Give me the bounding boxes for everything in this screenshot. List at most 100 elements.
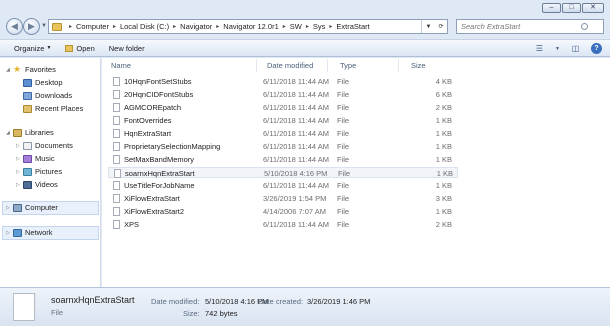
pictures-icon — [23, 167, 32, 176]
maximize-button[interactable]: □ — [562, 3, 581, 13]
view-options-dropdown-icon[interactable]: ▼ — [555, 44, 560, 54]
chevron-right-icon[interactable]: ▸ — [329, 23, 332, 30]
open-button[interactable]: Open — [65, 44, 95, 53]
organize-label: Organize — [14, 43, 45, 53]
breadcrumb-navigator[interactable]: Navigator — [180, 22, 212, 31]
organize-button[interactable]: Organize ▼ — [14, 44, 51, 53]
recent-pages-dropdown-icon[interactable]: ▼ — [41, 23, 47, 29]
nav-recent-places[interactable]: Recent Places — [23, 104, 83, 113]
nav-downloads[interactable]: Downloads — [23, 91, 72, 100]
file-icon — [113, 207, 120, 216]
column-header-size[interactable]: Size — [399, 59, 459, 72]
expand-arrow-icon[interactable]: ▷ — [16, 156, 23, 162]
chevron-right-icon[interactable]: ▸ — [283, 23, 286, 30]
help-icon[interactable]: ? — [591, 43, 602, 54]
search-input[interactable] — [461, 22, 581, 31]
file-row[interactable]: XiFlowExtraStart2 4/14/2006 7:07 AM File… — [108, 206, 458, 217]
breadcrumb-local-disk[interactable]: Local Disk (C:) — [120, 22, 169, 31]
file-icon — [113, 77, 120, 86]
file-row[interactable]: ProprietarySelectionMapping 6/11/2018 11… — [108, 141, 458, 152]
nav-recent-label: Recent Places — [35, 104, 84, 113]
file-name: HqnExtraStart — [124, 129, 172, 138]
address-bar[interactable]: ▸ Computer ▸ Local Disk (C:) ▸ Navigator… — [48, 19, 448, 34]
file-row[interactable]: FontOverrides 6/11/2018 11:44 AM File 1 … — [108, 115, 458, 126]
file-row[interactable]: UseTitleForJobName 6/11/2018 11:44 AM Fi… — [108, 180, 458, 191]
collapse-arrow-icon[interactable]: ◢ — [6, 67, 13, 73]
nav-downloads-label: Downloads — [35, 91, 73, 100]
nav-videos[interactable]: ▷ Videos — [16, 180, 58, 189]
file-date: 5/10/2018 4:16 PM — [264, 169, 328, 178]
file-row[interactable]: HqnExtraStart 6/11/2018 11:44 AM File 1 … — [108, 128, 458, 139]
file-name: 10HqnFontSetStubs — [124, 77, 192, 86]
file-row[interactable]: AGMCOREpatch 6/11/2018 11:44 AM File 2 K… — [108, 102, 458, 113]
file-row[interactable]: 20HqnCIDFontStubs 6/11/2018 11:44 AM Fil… — [108, 89, 458, 100]
nav-documents[interactable]: ▷ Documents — [16, 141, 73, 150]
file-type: File — [337, 155, 350, 164]
nav-videos-label: Videos — [35, 180, 58, 189]
nav-music[interactable]: ▷ Music — [16, 154, 55, 163]
collapse-arrow-icon[interactable]: ◢ — [6, 130, 13, 136]
expand-arrow-icon[interactable]: ▷ — [6, 205, 13, 211]
chevron-right-icon[interactable]: ▸ — [173, 23, 176, 30]
change-view-icon[interactable]: ☰ — [534, 44, 545, 54]
chevron-right-icon[interactable]: ▸ — [216, 23, 219, 30]
refresh-icon[interactable]: ⟳ — [438, 23, 443, 30]
back-button[interactable]: ◀ — [6, 18, 23, 35]
new-folder-button[interactable]: New folder — [109, 44, 145, 53]
nav-desktop[interactable]: Desktop — [23, 78, 63, 87]
file-name: FontOverrides — [124, 116, 172, 125]
file-size: 1 KB — [435, 129, 452, 138]
minimize-button[interactable]: – — [542, 3, 561, 13]
file-size: 4 KB — [435, 77, 452, 86]
details-created-label: Date created: — [258, 297, 304, 306]
expand-arrow-icon[interactable]: ▷ — [16, 169, 23, 175]
file-row[interactable]: XPS 6/11/2018 11:44 AM File 2 KB — [108, 219, 458, 230]
file-type: File — [337, 90, 350, 99]
address-row: ◀ ▶ ▼ ▸ Computer ▸ Local Disk (C:) ▸ Nav… — [0, 16, 610, 38]
nav-pictures[interactable]: ▷ Pictures — [16, 167, 62, 176]
search-box[interactable] — [456, 19, 604, 34]
file-date: 3/26/2019 1:54 PM — [263, 194, 327, 203]
nav-computer[interactable]: ▷ Computer — [6, 203, 58, 212]
file-size: 1 KB — [435, 207, 452, 216]
address-bar-actions: ▼ ⟳ — [421, 20, 447, 33]
file-list-pane: Name Date modified Type Size 10HqnFontSe… — [102, 58, 610, 287]
file-row[interactable]: SetMaxBandMemory 6/11/2018 11:44 AM File… — [108, 154, 458, 165]
column-header-date[interactable]: Date modified — [257, 59, 328, 72]
column-header-type[interactable]: Type — [328, 59, 399, 72]
column-header-name[interactable]: Name — [102, 59, 257, 72]
nav-libraries[interactable]: ◢ Libraries — [6, 128, 54, 137]
file-size: 1 KB — [436, 169, 453, 178]
forward-button[interactable]: ▶ — [23, 18, 40, 35]
file-size: 6 KB — [435, 90, 452, 99]
file-icon — [113, 155, 120, 164]
details-modified-label: Date modified: — [151, 297, 200, 306]
file-row-selected[interactable]: soarnxHqnExtraStart 5/10/2018 4:16 PM Fi… — [108, 167, 458, 178]
details-file-type: File — [51, 308, 64, 317]
documents-icon — [23, 141, 32, 150]
expand-arrow-icon[interactable]: ▷ — [6, 230, 13, 236]
expand-arrow-icon[interactable]: ▷ — [16, 182, 23, 188]
nav-network[interactable]: ▷ Network — [6, 228, 53, 237]
breadcrumb-sw[interactable]: SW — [290, 22, 302, 31]
close-button[interactable]: ✕ — [582, 3, 604, 13]
breadcrumb-navigator-12[interactable]: Navigator 12.0r1 — [223, 22, 278, 31]
file-icon — [114, 169, 121, 178]
file-row[interactable]: 10HqnFontSetStubs 6/11/2018 11:44 AM Fil… — [108, 76, 458, 87]
chevron-right-icon[interactable]: ▸ — [69, 23, 72, 30]
breadcrumb-computer[interactable]: Computer — [76, 22, 109, 31]
nav-favorites[interactable]: ◢ ★ Favorites — [6, 65, 56, 75]
chevron-right-icon[interactable]: ▸ — [306, 23, 309, 30]
file-size: 3 KB — [435, 194, 452, 203]
file-type: File — [337, 77, 350, 86]
breadcrumb-sys[interactable]: Sys — [313, 22, 326, 31]
search-icon[interactable] — [581, 23, 588, 30]
file-row[interactable]: XiFlowExtraStart 3/26/2019 1:54 PM File … — [108, 193, 458, 204]
preview-pane-icon[interactable]: ◫ — [570, 44, 581, 54]
address-dropdown-icon[interactable]: ▼ — [426, 24, 432, 30]
expand-arrow-icon[interactable]: ▷ — [16, 143, 23, 149]
file-date: 6/11/2018 11:44 AM — [263, 142, 330, 151]
file-type: File — [337, 220, 350, 229]
breadcrumb-extrastart[interactable]: ExtraStart — [336, 22, 369, 31]
chevron-right-icon[interactable]: ▸ — [113, 23, 116, 30]
